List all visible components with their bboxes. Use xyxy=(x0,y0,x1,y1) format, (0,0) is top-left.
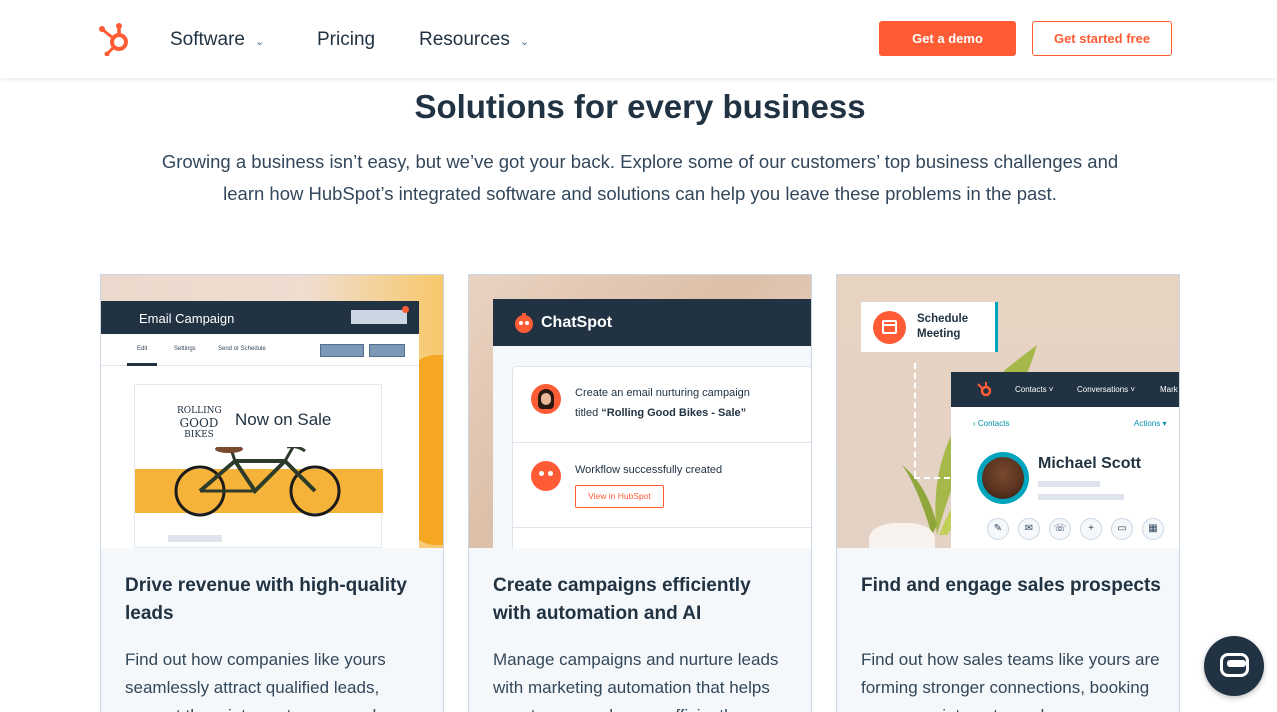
chat-panel: Create an email nurturing campaign title… xyxy=(512,366,811,548)
chat-widget-button[interactable] xyxy=(1204,636,1264,696)
calendar-icon xyxy=(873,311,906,344)
card-title: Drive revenue with high-quality leads xyxy=(125,575,407,624)
rolling-good-bikes-logo: ROLLING GOOD BIKES xyxy=(177,406,222,440)
chat-prompt: Create an email nurturing campaign title… xyxy=(575,387,750,419)
user-avatar xyxy=(531,384,561,414)
contact-action-icons: ✎ ✉ ☏ + ▭ ▦ xyxy=(987,518,1164,540)
chatspot-bot-icon xyxy=(531,461,561,491)
top-navigation: Software ⌄ Pricing Resources ⌄ Get a dem… xyxy=(0,0,1277,78)
email-campaign-illustration: Email Campaign Edit Settings Send or Sch… xyxy=(101,275,443,548)
crm-contact-illustration: Schedule Meeting Contacts ˅ Conversation… xyxy=(837,275,1179,548)
dropdown-shape xyxy=(369,344,405,357)
card-title: Create campaigns efficiently with automa… xyxy=(493,575,751,624)
tab-send-or-schedule: Send or Schedule xyxy=(218,346,266,352)
nav-pricing-label: Pricing xyxy=(317,29,376,50)
hubspot-logo[interactable] xyxy=(98,22,132,56)
contact-name: Michael Scott xyxy=(1038,455,1142,472)
chatspot-brand: ChatSpot xyxy=(541,313,613,331)
email-preview: ROLLING GOOD BIKES Now on Sale xyxy=(134,384,383,548)
phone-icon: ☏ xyxy=(1049,518,1071,540)
nav-software[interactable]: Software ⌄ xyxy=(170,29,264,51)
email-headline: Now on Sale xyxy=(235,410,332,429)
view-in-hubspot-button: View in HubSpot xyxy=(575,485,664,508)
calendar-icon: ▦ xyxy=(1142,518,1164,540)
card-description: Manage campaigns and nurture leads with … xyxy=(493,650,779,712)
chatspot-window: ChatSpot Create an email nurturing campa… xyxy=(493,299,811,548)
nav-resources-label: Resources xyxy=(419,29,510,50)
section-title: Solutions for every business xyxy=(414,88,866,125)
contact-avatar xyxy=(977,452,1029,504)
chat-icon xyxy=(1220,653,1249,677)
vase xyxy=(869,523,935,548)
actions-menu: Actions ▾ xyxy=(1134,419,1167,428)
window-title: Email Campaign xyxy=(139,311,235,326)
hubspot-sprocket-icon xyxy=(977,382,992,397)
chevron-down-icon: ⌄ xyxy=(254,35,265,48)
schedule-meeting-card: Schedule Meeting xyxy=(861,302,998,352)
chat-result: Workflow successfully created xyxy=(575,464,723,476)
nav-software-label: Software xyxy=(170,29,245,50)
solution-card-leads[interactable]: Email Campaign Edit Settings Send or Sch… xyxy=(100,274,444,712)
chatspot-logo-icon xyxy=(515,312,533,333)
plus-icon: + xyxy=(1080,518,1102,540)
chevron-down-icon: ⌄ xyxy=(519,35,530,48)
crm-nav-marketing: Mark xyxy=(1160,385,1178,394)
edit-icon: ✎ xyxy=(987,518,1009,540)
card-description: Find out how companies like yours seamle… xyxy=(125,650,386,712)
tab-settings: Settings xyxy=(174,346,196,352)
window-icon: ▭ xyxy=(1111,518,1133,540)
tab-edit: Edit xyxy=(137,346,148,352)
chatspot-illustration: ChatSpot Create an email nurturing campa… xyxy=(469,275,811,548)
dropdown-shape xyxy=(320,344,364,357)
bicycle-image xyxy=(174,447,341,517)
card-title: Find and engage sales prospects xyxy=(861,575,1161,596)
solution-card-sales[interactable]: Schedule Meeting Contacts ˅ Conversation… xyxy=(836,274,1180,712)
nav-pricing[interactable]: Pricing xyxy=(317,29,375,51)
crm-contact-window: Contacts ˅ Conversations ˅ Mark ‹ Contac… xyxy=(951,372,1179,548)
crm-nav-contacts: Contacts ˅ xyxy=(1015,385,1054,394)
notification-dot xyxy=(402,306,409,313)
nav-resources[interactable]: Resources ⌄ xyxy=(419,29,529,51)
get-a-demo-button[interactable]: Get a demo xyxy=(879,21,1016,56)
solution-card-campaigns[interactable]: ChatSpot Create an email nurturing campa… xyxy=(468,274,812,712)
section-intro: Growing a business isn’t easy, but we’ve… xyxy=(161,151,1119,204)
card-description: Find out how sales teams like yours are … xyxy=(861,650,1160,712)
get-started-free-button[interactable]: Get started free xyxy=(1032,21,1172,56)
email-icon: ✉ xyxy=(1018,518,1040,540)
back-to-contacts-link: ‹ Contacts xyxy=(973,419,1010,428)
crm-nav-conversations: Conversations ˅ xyxy=(1077,385,1136,394)
